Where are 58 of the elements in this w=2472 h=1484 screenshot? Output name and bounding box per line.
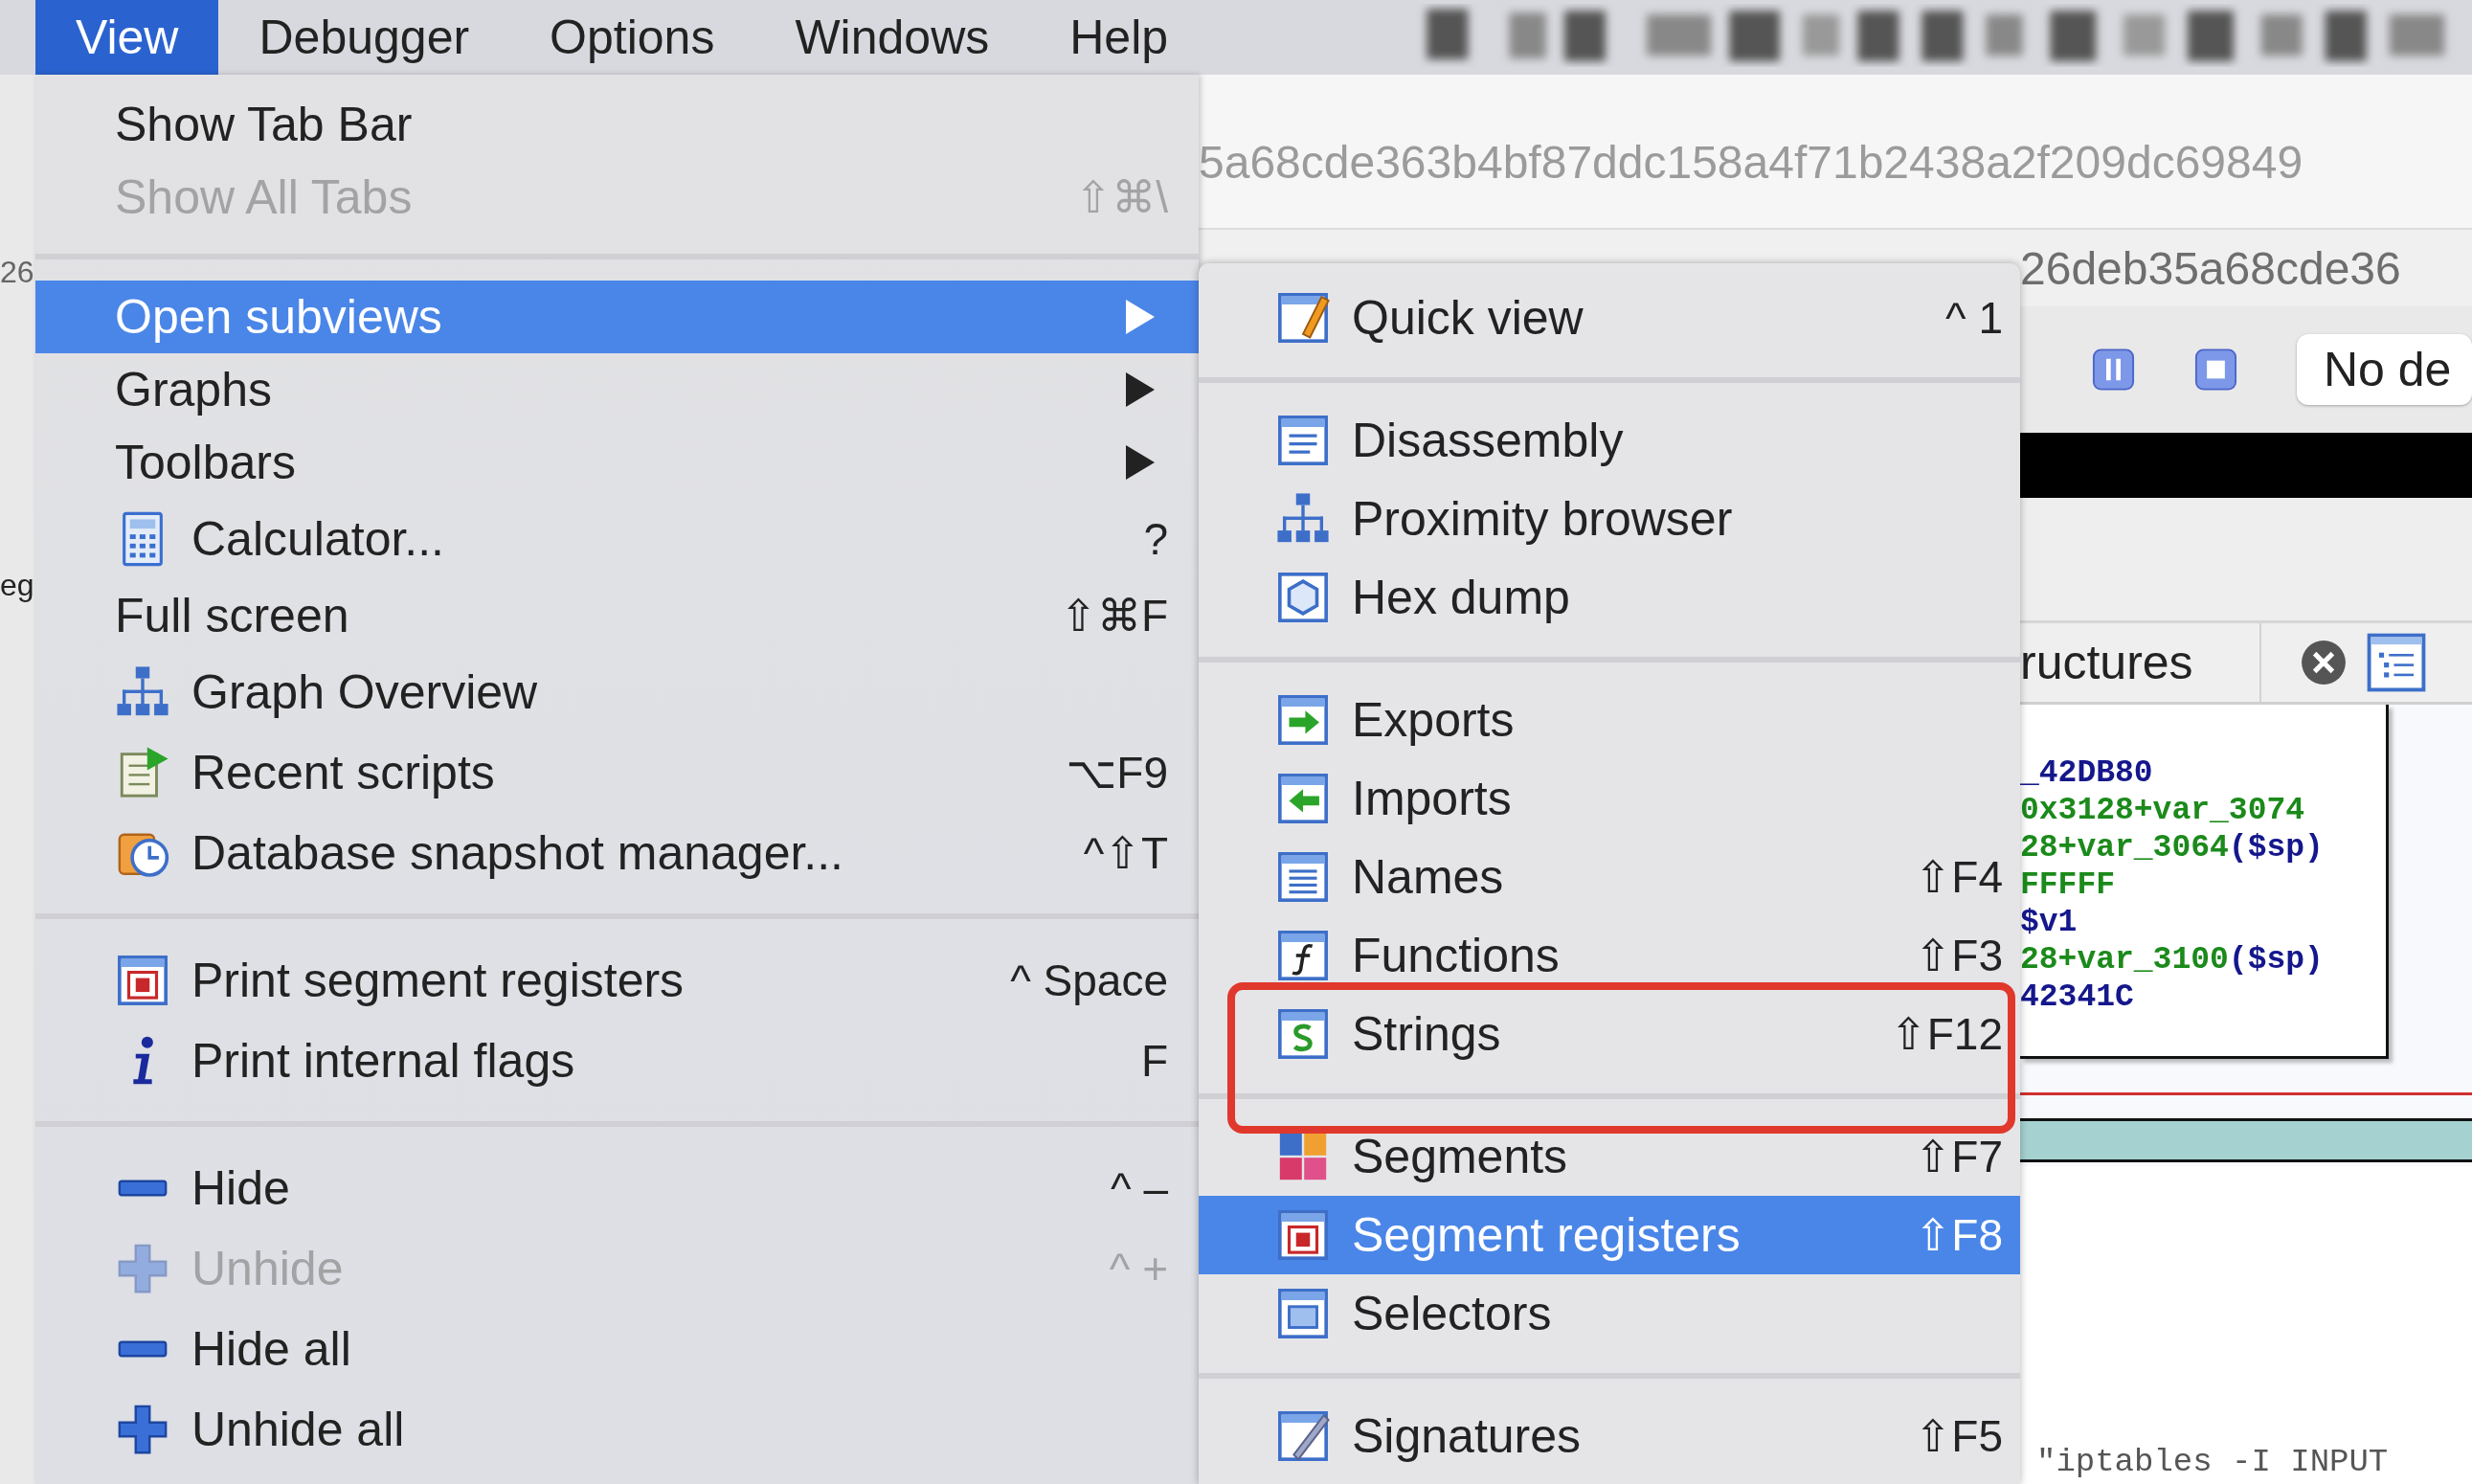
menu-item[interactable]: Open subviews <box>35 281 1199 353</box>
code-line: 28+var_3064($sp) <box>2020 829 2325 866</box>
menu-item[interactable]: Proximity browser <box>1199 480 2020 558</box>
window-icon <box>1275 1286 1331 1341</box>
menu-bar-item[interactable]: Windows <box>754 0 1030 75</box>
export-icon <box>1275 692 1331 748</box>
menu-item[interactable]: Exports <box>1199 681 2020 759</box>
code-line: 42341C <box>2020 978 2135 1016</box>
menu-item[interactable]: Toolbars <box>35 426 1199 499</box>
menu-item[interactable]: Hide all <box>35 1309 1199 1389</box>
code-line: 28+var_3100($sp) <box>2020 941 2325 978</box>
menu-bar-item[interactable]: Help <box>1029 0 1209 75</box>
debugger-select[interactable]: No de <box>2296 334 2472 405</box>
menu-item[interactable]: Full screen ⇧⌘F <box>35 579 1199 652</box>
close-icon[interactable] <box>2300 639 2348 686</box>
strings-icon <box>1275 1006 1331 1062</box>
text-fragment: eg <box>0 568 35 603</box>
menu-item[interactable]: Database snapshot manager... ^⇧T <box>35 813 1199 893</box>
menu-bar-item[interactable]: View <box>35 0 219 75</box>
function-icon <box>1275 928 1331 983</box>
pencil-icon <box>1275 290 1331 346</box>
menu-item[interactable]: Calculator... ? <box>35 499 1199 579</box>
menu-item[interactable]: Disassembly <box>1199 401 2020 480</box>
menu-item[interactable]: Signatures ⇧F5 <box>1199 1397 2020 1475</box>
code-line: FFFFF <box>2020 866 2117 904</box>
menu-item[interactable]: Functions ⇧F3 <box>1199 916 2020 995</box>
menu-item[interactable]: Show Tab Bar <box>35 88 1199 161</box>
menu-item[interactable]: Print internal flags F <box>35 1021 1199 1101</box>
import-icon <box>1275 771 1331 826</box>
hash-text: 5a68cde363b4bf87ddc158a4f71b2438a2f209dc69849 <box>1199 135 2303 189</box>
menu-bar-item[interactable]: Debugger <box>218 0 510 75</box>
text-fragment: 26 <box>0 255 35 290</box>
menu-item[interactable]: Recent scripts ⌥F9 <box>35 732 1199 813</box>
code-line: 0x3128+var_3074 <box>2020 792 2306 829</box>
list-icon <box>1275 849 1331 905</box>
list-icon[interactable] <box>2367 633 2426 692</box>
menu-item[interactable]: Hide ^ – <box>35 1148 1199 1228</box>
menu-item[interactable]: Quick view ^ 1 <box>1199 279 2020 357</box>
menu-item[interactable]: Strings ⇧F12 <box>1199 995 2020 1073</box>
code-text: "iptables -I INPUT <box>2036 1444 2389 1480</box>
menu-item[interactable]: Graphs <box>35 353 1199 426</box>
menu-item[interactable]: Segments ⇧F7 <box>1199 1117 2020 1196</box>
hash-text: 26deb35a68cde36 <box>2020 241 2401 295</box>
menu-item[interactable]: Print segment registers ^ Space <box>35 940 1199 1021</box>
menu-item[interactable]: Imports <box>1199 759 2020 838</box>
register-icon <box>115 953 170 1008</box>
register-icon <box>1275 1207 1331 1263</box>
menu-bar-item[interactable]: Options <box>509 0 755 75</box>
menu-item[interactable]: Unhide all <box>35 1389 1199 1470</box>
document-icon <box>1275 413 1331 468</box>
menu-item[interactable]: Selectors <box>1199 1274 2020 1353</box>
code-line: _42DB80 <box>2020 754 2154 792</box>
menu-item[interactable]: Graph Overview <box>35 652 1199 732</box>
signature-icon <box>1275 1408 1331 1464</box>
menu-item[interactable]: Segment registers ⇧F8 <box>1199 1196 2020 1274</box>
code-line: $v1 <box>2020 904 2079 941</box>
menu-item[interactable]: Hex dump <box>1199 558 2020 637</box>
menu-item[interactable]: Names ⇧F4 <box>1199 838 2020 916</box>
